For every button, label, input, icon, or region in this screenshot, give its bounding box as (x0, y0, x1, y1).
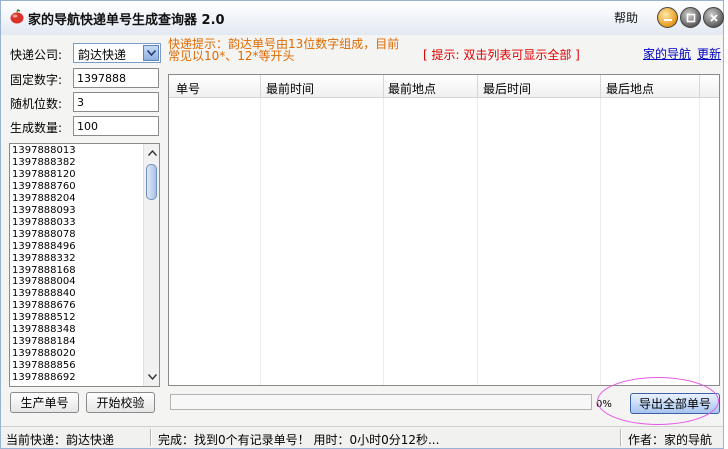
results-table[interactable]: 单号 最前时间 最前地点 最后时间 最后地点 (168, 74, 720, 386)
scroll-up-icon[interactable] (145, 146, 159, 160)
scroll-down-icon[interactable] (145, 370, 159, 384)
progress-bar (170, 394, 592, 410)
window-title: 家的导航快递单号生成查询器 2.0 (28, 13, 225, 28)
count-input[interactable] (73, 116, 159, 136)
column-header-last-place[interactable]: 最后地点 (606, 80, 654, 97)
status-current-express: 当前快递：韵达快递 (6, 433, 115, 447)
close-icon (709, 13, 718, 22)
maximize-button[interactable] (680, 7, 701, 28)
number-list-item[interactable]: 1397888856 (12, 360, 76, 372)
number-list-item[interactable]: 1397888760 (12, 181, 76, 193)
help-menu[interactable]: 帮助 (614, 9, 638, 26)
status-result: 完成：找到0个有记录单号！ 用时：0小时0分12秒... (158, 433, 440, 447)
highlight-ellipse (597, 377, 719, 425)
number-list-item[interactable]: 1397888512 (12, 312, 76, 324)
scroll-thumb[interactable] (146, 164, 157, 200)
status-bar: 当前快递：韵达快递 完成：找到0个有记录单号！ 用时：0小时0分12秒... 作… (1, 426, 723, 448)
results-table-header: 单号 最前时间 最前地点 最后时间 最后地点 (169, 75, 719, 98)
number-list-item[interactable]: 1397888496 (12, 241, 76, 253)
number-list-items: 1397888013 1397888382 1397888120 1397888760… (12, 145, 76, 384)
number-list-item[interactable]: 1397888692 (12, 372, 76, 384)
number-list-item[interactable]: 1397888033 (12, 217, 76, 229)
maximize-icon (686, 13, 695, 22)
number-list-scrollbar[interactable] (143, 144, 159, 386)
express-tip: 快递提示：韵达单号由13位数字组成，目前 常见以10*、12*等开头 (168, 38, 408, 62)
home-link[interactable]: 家的导航 (643, 45, 691, 62)
title-bar: 家的导航快递单号生成查询器 2.0 帮助 (1, 1, 724, 35)
chevron-down-icon[interactable] (143, 45, 159, 61)
express-tip-line2: 常见以10*、12*等开头 (168, 49, 295, 63)
number-list-item[interactable]: 1397888020 (12, 348, 76, 360)
list-hint: [ 提示: 双击列表可显示全部 ] (423, 48, 580, 62)
generate-button[interactable]: 生产单号 (10, 392, 79, 413)
close-button[interactable] (703, 7, 724, 28)
fixed-digits-input[interactable] (73, 68, 159, 88)
number-list-item[interactable]: 1397888676 (12, 300, 76, 312)
number-list-item[interactable]: 1397888348 (12, 324, 76, 336)
column-header-number[interactable]: 单号 (176, 80, 200, 97)
number-list-item[interactable]: 1397888078 (12, 229, 76, 241)
column-header-first-time[interactable]: 最前时间 (266, 80, 314, 97)
status-author: 作者：家的导航 (628, 433, 713, 447)
number-list-item[interactable]: 1397888184 (12, 336, 76, 348)
verify-button[interactable]: 开始校验 (86, 392, 155, 413)
count-label: 生成数量: (10, 121, 63, 135)
number-list-item[interactable]: 1397888093 (12, 205, 76, 217)
company-label: 快递公司: (10, 48, 63, 62)
minimize-button[interactable] (657, 7, 678, 28)
minimize-icon (663, 18, 672, 21)
number-list[interactable]: 1397888013 1397888382 1397888120 1397888760… (9, 143, 160, 387)
column-header-last-time[interactable]: 最后时间 (483, 80, 531, 97)
random-digits-label: 随机位数: (10, 97, 63, 111)
number-list-item[interactable]: 1397888120 (12, 169, 76, 181)
company-select-value: 韵达快递 (78, 48, 127, 62)
company-select[interactable]: 韵达快递 (73, 43, 161, 63)
number-list-item[interactable]: 1397888840 (12, 288, 76, 300)
update-link[interactable]: 更新 (697, 45, 721, 62)
number-list-item[interactable]: 1397888332 (12, 253, 76, 265)
app-icon (10, 9, 24, 24)
column-header-first-place[interactable]: 最前地点 (388, 80, 436, 97)
number-list-item[interactable]: 1397888013 (12, 145, 76, 157)
fixed-digits-label: 固定数字: (10, 73, 63, 87)
number-list-item[interactable]: 1397888168 (12, 265, 76, 277)
number-list-item[interactable]: 1397888004 (12, 276, 76, 288)
random-digits-input[interactable] (73, 92, 159, 112)
number-list-item[interactable]: 1397888204 (12, 193, 76, 205)
number-list-item[interactable]: 1397888382 (12, 157, 76, 169)
app-window: 家的导航快递单号生成查询器 2.0 帮助 快递公司: 韵达快递 固定数字: 随机… (0, 0, 724, 449)
